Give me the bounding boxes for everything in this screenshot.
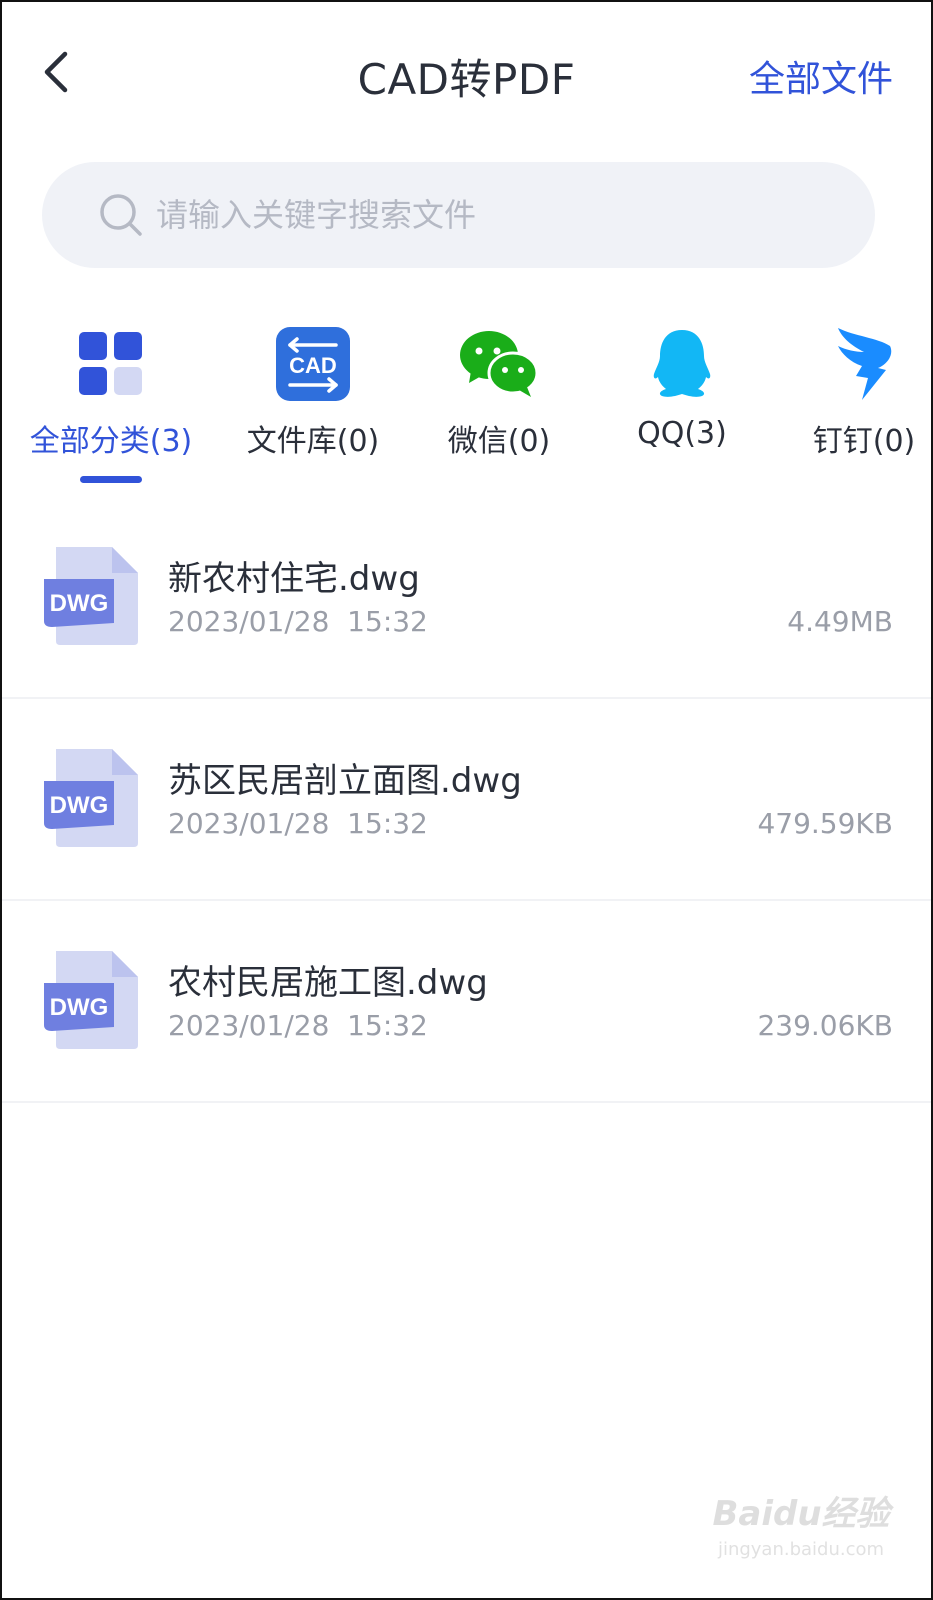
dwg-file-icon: DWG: [42, 947, 142, 1051]
tab-all-categories[interactable]: 全部分类(3): [21, 324, 201, 483]
baidu-watermark: Baidu经验 jingyan.baidu.com: [711, 1486, 891, 1576]
file-row[interactable]: DWG 农村民居施工图.dwg 2023/01/28 15:32 239.06K…: [2, 901, 931, 1103]
app-screen: CAD转PDF 全部文件 全部分类(3): [0, 0, 933, 1600]
watermark-url: jingyan.baidu.com: [717, 1539, 885, 1560]
dwg-file-icon: DWG: [42, 745, 142, 849]
all-files-link[interactable]: 全部文件: [749, 50, 893, 102]
file-name: 新农村住宅.dwg: [168, 559, 420, 599]
cad-icon-text: CAD: [289, 353, 337, 378]
dwg-file-icon: DWG: [42, 543, 142, 647]
tab-dingtalk[interactable]: 钉钉(0): [774, 324, 931, 460]
file-size: 4.49MB: [787, 605, 893, 638]
grid-icon: [71, 324, 151, 404]
file-size: 239.06KB: [757, 1009, 893, 1042]
wechat-icon: [459, 324, 539, 404]
active-tab-indicator: [80, 476, 142, 483]
file-list: DWG 新农村住宅.dwg 2023/01/28 15:32 4.49MB DW…: [2, 497, 931, 1103]
search-input[interactable]: [154, 195, 778, 235]
qq-icon: [642, 324, 722, 404]
file-type-label: DWG: [50, 792, 109, 819]
file-date: 2023/01/28 15:32: [168, 1009, 428, 1042]
file-row[interactable]: DWG 苏区民居剖立面图.dwg 2023/01/28 15:32 479.59…: [2, 699, 931, 901]
category-tabs: 全部分类(3) CAD 文件库(0) 微信(0) QQ(3) 钉钉(0): [2, 324, 931, 484]
cad-icon: CAD: [273, 324, 353, 404]
tab-label: QQ(3): [637, 416, 727, 451]
search-bar[interactable]: [42, 162, 875, 268]
tab-wechat[interactable]: 微信(0): [409, 324, 589, 460]
dingtalk-icon: [824, 324, 904, 404]
tab-label: 钉钉(0): [812, 424, 916, 459]
tab-label: 微信(0): [447, 424, 551, 459]
watermark-logo: Baidu经验: [712, 1494, 890, 1534]
file-name: 农村民居施工图.dwg: [168, 963, 488, 1003]
file-date: 2023/01/28 15:32: [168, 605, 428, 638]
file-size: 479.59KB: [757, 807, 893, 840]
file-date: 2023/01/28 15:32: [168, 807, 428, 840]
tab-qq[interactable]: QQ(3): [592, 324, 772, 451]
tab-label: 文件库(0): [246, 424, 380, 459]
search-icon: [98, 192, 144, 238]
file-type-label: DWG: [50, 590, 109, 617]
file-name: 苏区民居剖立面图.dwg: [168, 761, 522, 801]
file-type-label: DWG: [50, 994, 109, 1021]
file-row[interactable]: DWG 新农村住宅.dwg 2023/01/28 15:32 4.49MB: [2, 497, 931, 699]
tab-label: 全部分类(3): [29, 424, 193, 459]
tab-file-library[interactable]: CAD 文件库(0): [223, 324, 403, 460]
